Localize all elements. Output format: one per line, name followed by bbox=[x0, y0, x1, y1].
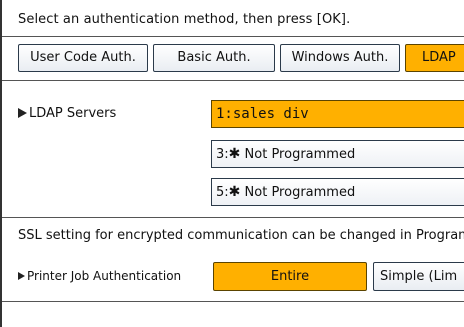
asterisk-icon: ✱ bbox=[228, 146, 241, 162]
asterisk-icon: ✱ bbox=[228, 184, 241, 200]
divider bbox=[2, 217, 464, 218]
tab-windows-auth[interactable]: Windows Auth. bbox=[280, 44, 400, 72]
divider bbox=[2, 301, 464, 302]
server-number: 3: bbox=[216, 147, 229, 162]
server-number: 5: bbox=[216, 185, 229, 200]
ldap-server-3[interactable]: 3:✱ Not Programmed bbox=[211, 140, 464, 168]
divider bbox=[2, 36, 464, 37]
ldap-server-1[interactable]: 1:sales div bbox=[211, 100, 464, 128]
triangle-bullet-icon bbox=[18, 271, 25, 280]
ssl-note: SSL setting for encrypted communication … bbox=[18, 228, 464, 243]
instruction-text: Select an authentication method, then pr… bbox=[18, 12, 351, 27]
printer-job-auth-label: Printer Job Authentication bbox=[18, 269, 181, 283]
triangle-bullet-icon bbox=[18, 107, 27, 118]
tab-basic-auth[interactable]: Basic Auth. bbox=[153, 44, 275, 72]
simple-limitation-button[interactable]: Simple (Lim bbox=[373, 262, 464, 291]
printer-job-auth-label-text: Printer Job Authentication bbox=[27, 269, 182, 283]
ldap-servers-label-text: LDAP Servers bbox=[29, 106, 117, 121]
ldap-server-5[interactable]: 5:✱ Not Programmed bbox=[211, 178, 464, 206]
left-border bbox=[0, 0, 2, 327]
server-name: sales div bbox=[232, 106, 309, 122]
server-name: Not Programmed bbox=[244, 185, 356, 200]
ldap-servers-label: LDAP Servers bbox=[18, 106, 116, 121]
tab-user-code-auth[interactable]: User Code Auth. bbox=[18, 44, 148, 72]
server-name: Not Programmed bbox=[244, 147, 356, 162]
tab-ldap[interactable]: LDAP bbox=[405, 44, 464, 72]
auth-settings-screen: Select an authentication method, then pr… bbox=[0, 0, 464, 327]
server-number: 1: bbox=[216, 106, 233, 122]
entire-button[interactable]: Entire bbox=[213, 262, 367, 291]
divider bbox=[2, 80, 464, 81]
